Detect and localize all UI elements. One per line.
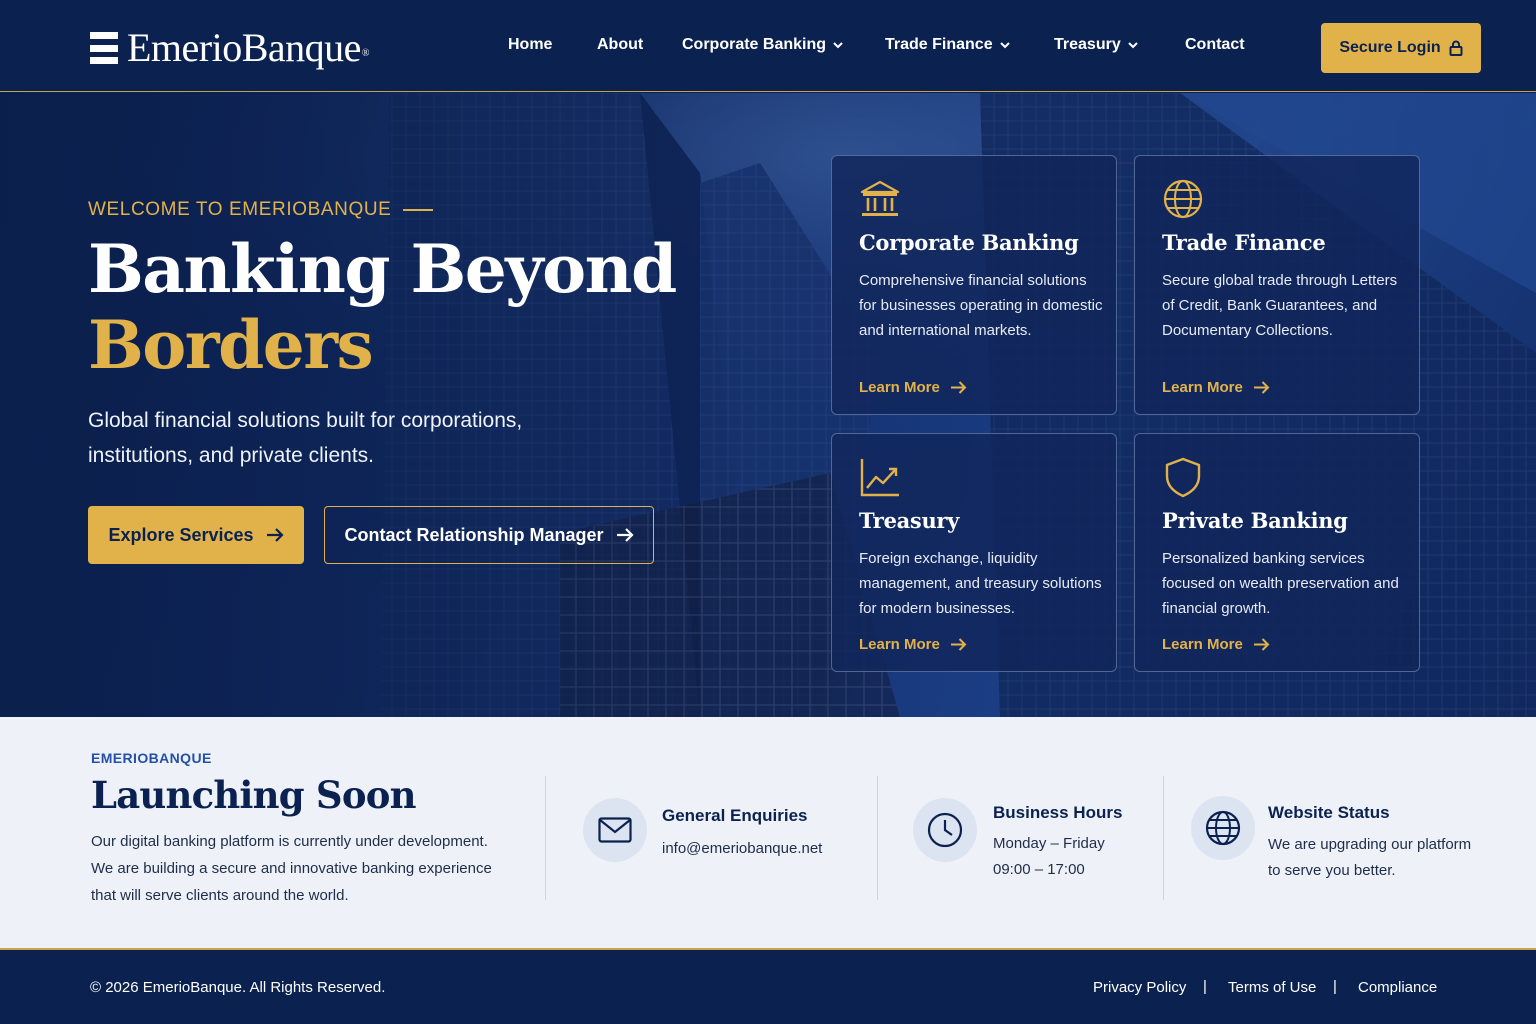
enquiries-email[interactable]: info@emeriobanque.net: [662, 836, 822, 862]
learn-more-link[interactable]: Learn More: [1162, 379, 1270, 396]
service-card-treasury[interactable]: Treasury Foreign exchange, liquidity man…: [831, 433, 1117, 672]
chart-line-icon: [860, 459, 899, 497]
bank-building-icon: [860, 180, 900, 216]
hours-time: 09:00 – 17:00: [993, 861, 1085, 878]
service-card-corporate-banking[interactable]: Corporate Banking Comprehensive financia…: [831, 155, 1117, 415]
nav-label: About: [597, 36, 644, 53]
chevron-down-icon: [999, 42, 1010, 49]
hero-section: WELCOME TO EMERIOBANQUE Banking Beyond B…: [0, 93, 1536, 717]
section-text: Our digital banking platform is currentl…: [91, 833, 492, 904]
hours-days: Monday – Friday: [993, 835, 1105, 852]
shield-icon: [1165, 457, 1201, 498]
chevron-down-icon: [833, 42, 843, 49]
hours-title: Business Hours: [993, 803, 1123, 822]
secure-login-button[interactable]: Secure Login: [1321, 23, 1481, 73]
arrow-right-icon: [950, 381, 967, 394]
arrow-right-icon: [616, 528, 634, 542]
service-card-trade-finance[interactable]: Trade Finance Secure global trade throug…: [1134, 155, 1420, 415]
arrow-right-icon: [266, 528, 284, 542]
globe-icon: [1163, 179, 1203, 219]
contact-manager-button[interactable]: Contact Relationship Manager: [324, 506, 654, 564]
hero-subtitle: Global financial solutions built for cor…: [88, 409, 523, 467]
nav-corporate-banking[interactable]: Corporate Banking: [682, 36, 844, 54]
status-line1: We are upgrading our platform: [1268, 836, 1472, 853]
card-title: Corporate Banking: [859, 230, 1079, 255]
divider: [545, 776, 546, 900]
chevron-down-icon: [1128, 42, 1138, 49]
card-text: Foreign exchange, liquidity management, …: [859, 550, 1102, 617]
site-header: EmerioBanque® Home About Corporate Banki…: [0, 0, 1536, 92]
nav-trade-finance[interactable]: Trade Finance: [885, 36, 1011, 54]
link-label: Learn More: [1162, 636, 1243, 653]
divider: [877, 776, 878, 900]
card-title: Trade Finance: [1162, 230, 1326, 255]
nav-label: Home: [508, 36, 553, 53]
divider: [1163, 776, 1164, 900]
nav-about[interactable]: About: [597, 36, 643, 54]
nav-treasury[interactable]: Treasury: [1054, 36, 1139, 54]
section-eyebrow: EMERIOBANQUE: [91, 750, 212, 766]
card-text: Comprehensive financial solutions for bu…: [859, 272, 1103, 339]
status-line2: to serve you better.: [1268, 862, 1396, 879]
clock-icon-circle: [913, 798, 977, 862]
arrow-right-icon: [1253, 638, 1270, 651]
arrow-right-icon: [1253, 381, 1270, 394]
registered-mark: ®: [361, 48, 370, 59]
arrow-right-icon: [950, 638, 967, 651]
mail-icon-circle: [583, 798, 647, 862]
button-label: Explore Services: [108, 524, 254, 545]
globe-icon-circle: [1191, 796, 1255, 860]
card-title: Private Banking: [1162, 508, 1348, 533]
link-label: Learn More: [1162, 379, 1243, 396]
mail-icon: [598, 817, 632, 843]
card-title: Treasury: [859, 508, 960, 533]
hero-title-line2: Borders: [88, 306, 374, 384]
link-label: Learn More: [859, 379, 940, 396]
globe-icon: [1205, 810, 1241, 846]
learn-more-link[interactable]: Learn More: [859, 636, 967, 653]
link-label: Learn More: [859, 636, 940, 653]
nav-label: Contact: [1185, 36, 1245, 53]
eyebrow-text: WELCOME TO EMERIOBANQUE: [88, 199, 392, 220]
nav-label: Trade Finance: [885, 36, 993, 53]
brand-name: EmerioBanque: [127, 25, 361, 70]
clock-icon: [927, 812, 963, 848]
terms-of-use-link[interactable]: Terms of Use: [1228, 979, 1316, 996]
launching-soon-section: EMERIOBANQUE Launching Soon Our digital …: [0, 717, 1536, 950]
site-footer: © 2026 EmerioBanque. All Rights Reserved…: [0, 952, 1536, 1024]
logo-bars-icon: [90, 32, 118, 64]
card-text: Personalized banking services focused on…: [1162, 550, 1399, 617]
enquiries-title: General Enquiries: [662, 806, 808, 825]
login-label: Secure Login: [1339, 39, 1441, 56]
button-label: Contact Relationship Manager: [344, 524, 604, 545]
footer-separator: |: [1203, 978, 1207, 995]
nav-home[interactable]: Home: [508, 36, 552, 54]
hero-eyebrow: WELCOME TO EMERIOBANQUE: [88, 199, 434, 221]
explore-services-button[interactable]: Explore Services: [88, 506, 304, 564]
section-title: Launching Soon: [91, 773, 417, 817]
learn-more-link[interactable]: Learn More: [859, 379, 967, 396]
card-text: Secure global trade through Letters of C…: [1162, 272, 1398, 339]
nav-contact[interactable]: Contact: [1185, 36, 1245, 54]
lock-icon: [1449, 40, 1463, 56]
nav-label: Corporate Banking: [682, 36, 827, 53]
footer-separator: |: [1333, 978, 1337, 995]
learn-more-link[interactable]: Learn More: [1162, 636, 1270, 653]
hero-title-line1: Banking Beyond: [88, 230, 677, 308]
privacy-policy-link[interactable]: Privacy Policy: [1093, 979, 1186, 996]
brand-logo[interactable]: EmerioBanque®: [90, 25, 370, 70]
service-card-private-banking[interactable]: Private Banking Personalized banking ser…: [1134, 433, 1420, 672]
copyright-text: © 2026 EmerioBanque. All Rights Reserved…: [90, 979, 386, 996]
hero-title: Banking Beyond Borders: [88, 230, 677, 384]
compliance-link[interactable]: Compliance: [1358, 979, 1437, 996]
eyebrow-line: [403, 209, 434, 211]
nav-label: Treasury: [1054, 36, 1121, 53]
status-title: Website Status: [1268, 803, 1390, 822]
